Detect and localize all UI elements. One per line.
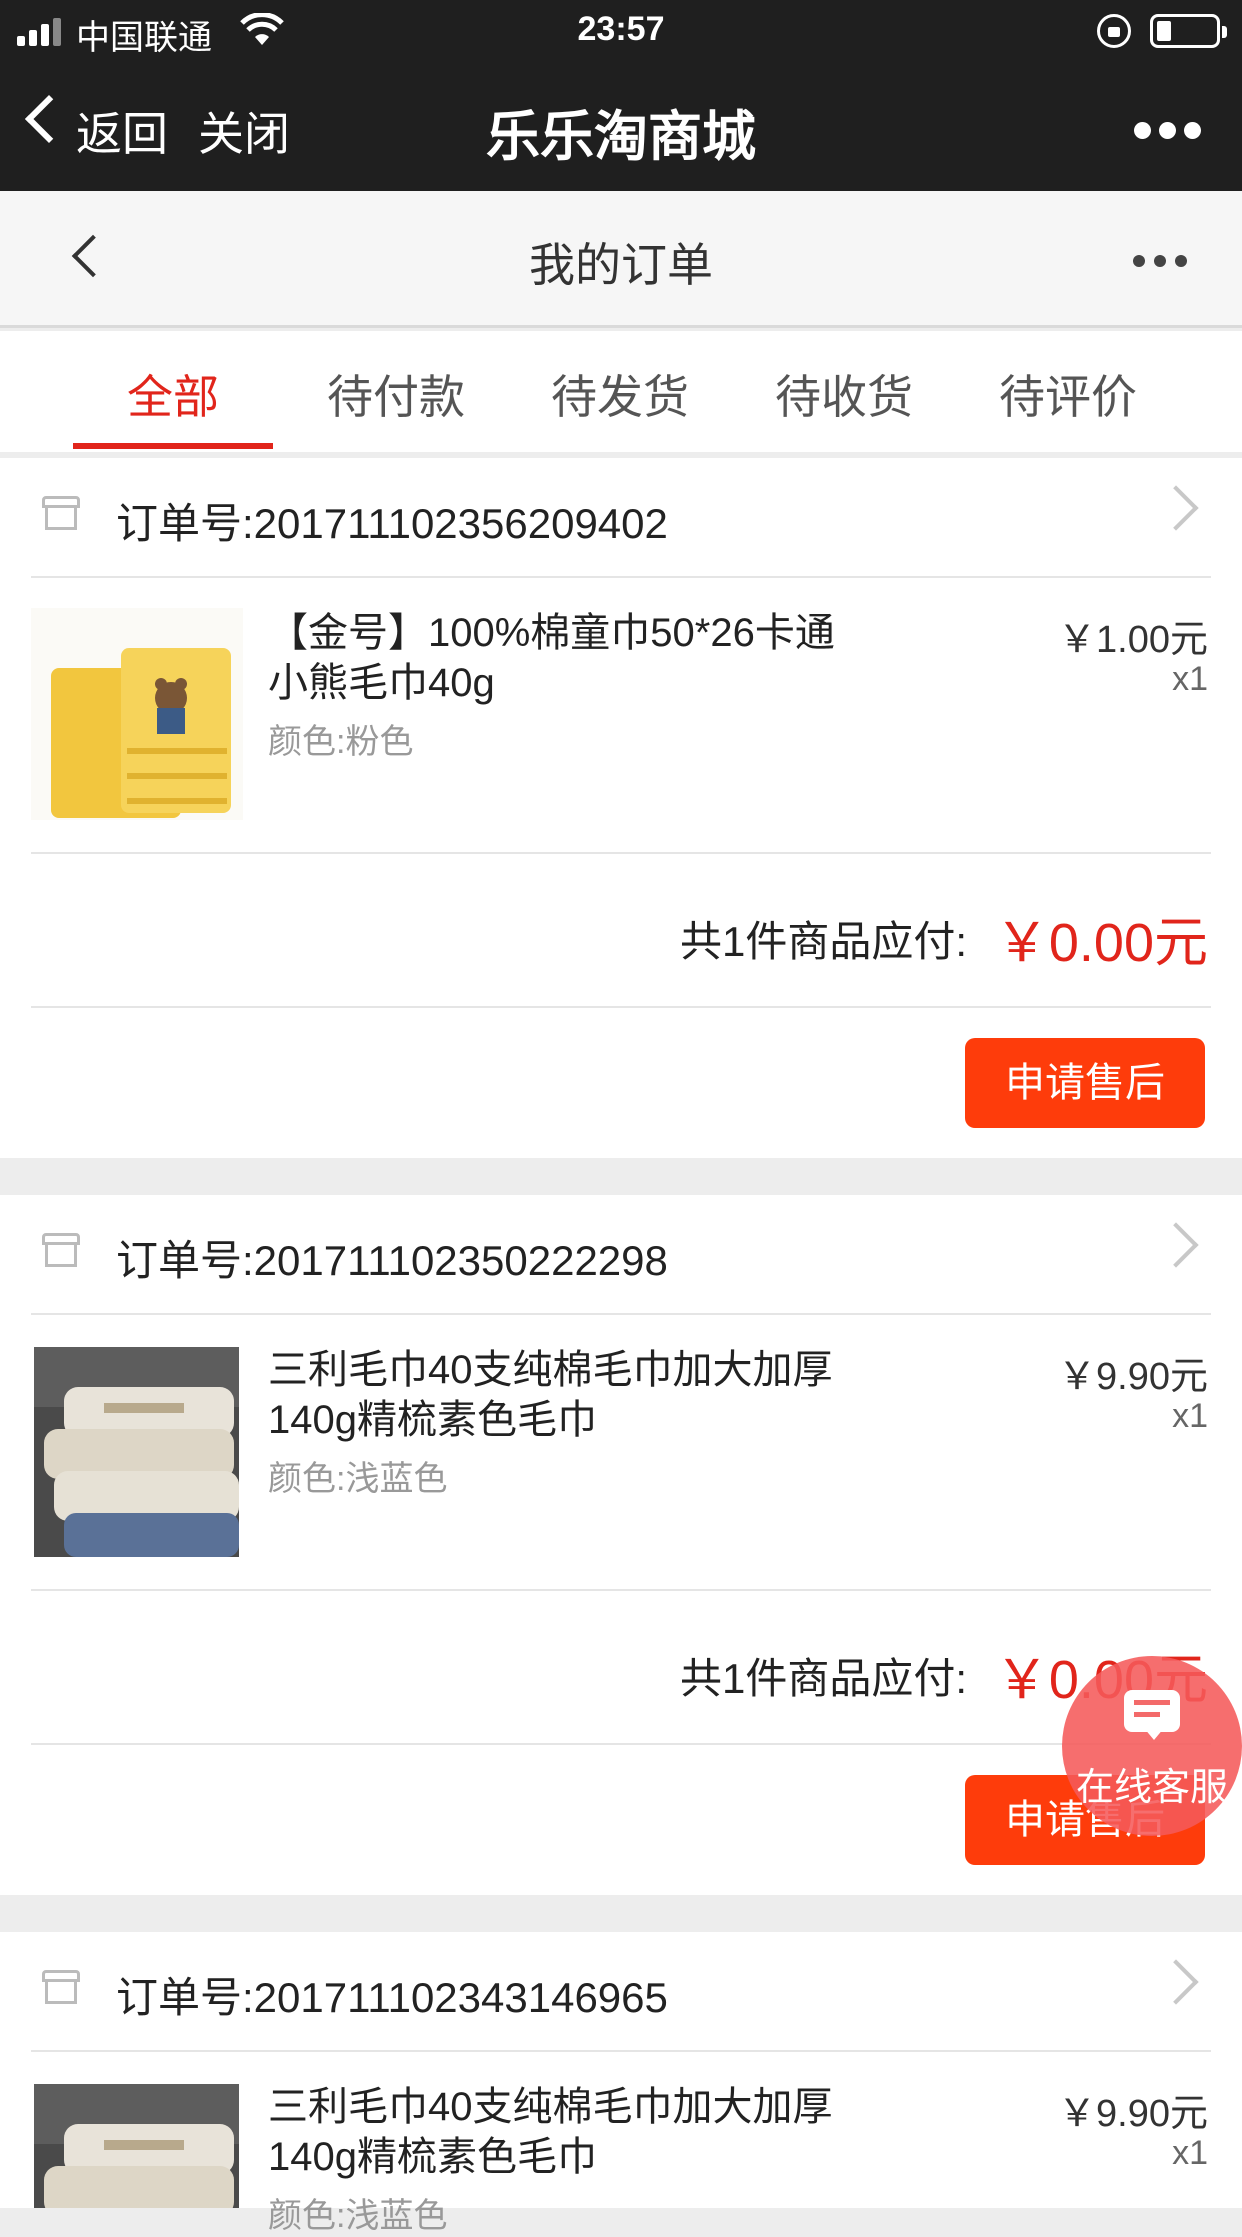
tab-pending-receipt[interactable]: 待收货: [744, 361, 944, 427]
product-quantity: x1: [1172, 660, 1208, 698]
page-header: 我的订单: [0, 191, 1242, 328]
product-thumbnail[interactable]: [31, 608, 243, 820]
chevron-right-icon[interactable]: [1153, 1959, 1199, 2005]
product-title[interactable]: 三利毛巾40支纯棉毛巾加大加厚140g精梳素色毛巾: [268, 1345, 848, 1445]
product-title[interactable]: 三利毛巾40支纯棉毛巾加大加厚140g精梳素色毛巾: [268, 2082, 848, 2182]
divider: [31, 1313, 1211, 1315]
product-thumbnail[interactable]: [34, 2084, 239, 2208]
total-label: 共1件商品应付:: [679, 1655, 967, 1702]
order-number[interactable]: 订单号:20171110235022229​8: [116, 1227, 668, 1288]
online-service-label: 在线客服: [1075, 1767, 1228, 1809]
battery-icon: [1150, 14, 1227, 48]
product-spec: 颜色:粉色: [268, 723, 414, 761]
top-bar: 中国联通 23:57 返回 关闭 乐乐淘商城: [0, 0, 1242, 191]
order-card: 订单号:20171110235620940​2 【金号】100%棉童巾50*26…: [0, 458, 1242, 1158]
total-amount: ￥0.00元: [994, 913, 1208, 973]
tab-pending-review[interactable]: 待评价: [968, 361, 1168, 427]
chevron-right-icon[interactable]: [1153, 1222, 1199, 1268]
product-quantity: x1: [1172, 2134, 1208, 2172]
product-quantity: x1: [1172, 1397, 1208, 1435]
chat-bubble-icon: [1124, 1690, 1180, 1740]
divider: [31, 1743, 1211, 1745]
divider: [31, 1589, 1211, 1591]
tab-pending-payment[interactable]: 待付款: [296, 361, 496, 427]
order-number[interactable]: 订单号:20171110234314696​5: [116, 1964, 668, 2025]
product-spec: 颜色:浅蓝色: [268, 1460, 448, 1498]
wechat-nav: 返回 关闭 乐乐淘商城: [0, 62, 1242, 191]
page-more-icon[interactable]: [1133, 254, 1196, 272]
product-price: ￥9.90元: [1058, 2093, 1208, 2135]
store-icon: [42, 1970, 80, 2004]
product-price: ￥1.00元: [1058, 619, 1208, 661]
divider: [31, 852, 1211, 854]
store-icon: [42, 1233, 80, 1267]
tab-all[interactable]: 全部: [73, 361, 273, 427]
chevron-right-icon[interactable]: [1153, 485, 1199, 531]
product-title[interactable]: 【金号】100%棉童巾50*26卡通小熊毛巾40g: [268, 608, 848, 708]
page-title: 我的订单: [529, 239, 713, 291]
product-price: ￥9.90元: [1058, 1356, 1208, 1398]
product-spec: 颜色:浅蓝色: [268, 2197, 448, 2235]
online-service-button[interactable]: 在线客服: [1062, 1656, 1242, 1836]
store-icon: [42, 496, 80, 530]
more-icon[interactable]: [1134, 122, 1209, 144]
rotation-lock-icon: [1097, 14, 1131, 48]
after-sale-button[interactable]: 申请售后: [965, 1038, 1205, 1128]
order-card: 订单号:20171110235022229​8 三利毛巾40支纯棉毛巾加大加厚1…: [0, 1195, 1242, 1895]
order-tabs: 全部 待付款 待发货 待收货 待评价: [0, 331, 1242, 452]
active-tab-indicator: [73, 443, 273, 449]
app-title: 乐乐淘商城: [486, 107, 756, 167]
divider: [31, 2050, 1211, 2052]
total-label: 共1件商品应付:: [679, 918, 967, 965]
status-bar: 中国联通 23:57: [0, 0, 1242, 62]
order-number[interactable]: 订单号:20171110235620940​2: [116, 490, 668, 551]
divider: [31, 1006, 1211, 1008]
divider: [31, 576, 1211, 578]
product-thumbnail[interactable]: [34, 1347, 239, 1557]
order-card: 订单号:20171110234314696​5 三利毛巾40支纯棉毛巾加大加厚1…: [0, 1932, 1242, 2235]
clock: 23:57: [577, 10, 665, 48]
tab-pending-shipment[interactable]: 待发货: [520, 361, 720, 427]
